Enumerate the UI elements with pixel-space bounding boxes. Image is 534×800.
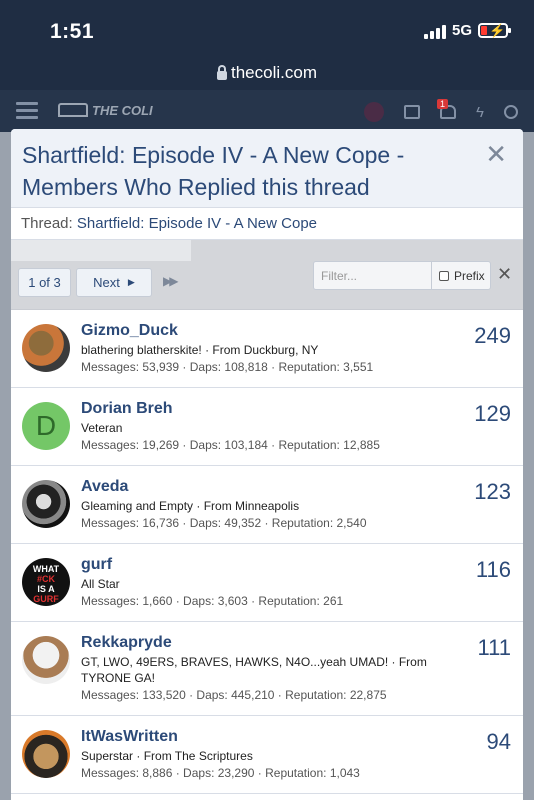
logo-text: THE COLI (92, 102, 153, 118)
clear-filter-icon[interactable]: ✕ (497, 264, 512, 285)
battery-icon: ⚡ (478, 23, 511, 38)
member-row: Aveda Gleaming and Empty · From Minneapo… (11, 466, 523, 544)
site-logo[interactable]: THE COLI (58, 100, 158, 120)
member-stats: Messages: 19,269 · Daps: 103,184 · Reput… (81, 438, 380, 452)
member-stats: Messages: 133,520 · Daps: 445,210 · Repu… (81, 688, 387, 702)
member-title: blathering blatherskite! · From Duckburg… (81, 343, 319, 357)
list-toolbar: 1 of 3 Next ▶ ▶▶ Filter... Prefix ✕ (11, 240, 523, 310)
site-header: THE COLI 1 ϟ (0, 90, 534, 132)
skip-to-end-icon[interactable]: ▶▶ (163, 274, 179, 288)
hamburger-menu-icon[interactable] (16, 102, 38, 120)
filter-input[interactable]: Filter... (313, 261, 431, 290)
cellular-signal-icon (423, 23, 446, 39)
status-bar: 1:51 5G ⚡ (0, 0, 534, 56)
prefix-checkbox[interactable] (439, 270, 449, 281)
member-name[interactable]: Dorian Breh (81, 399, 511, 419)
reply-count: 94 (486, 729, 511, 754)
address-bar[interactable]: thecoli.com (0, 56, 534, 90)
member-stats: Messages: 53,939 · Daps: 108,818 · Reput… (81, 360, 374, 374)
member-title: GT, LWO, 49ERS, BRAVES, HAWKS, N4O...yea… (81, 655, 427, 685)
status-indicators: 5G ⚡ (423, 22, 511, 39)
thread-link[interactable]: Shartfield: Episode IV - A New Cope (77, 215, 317, 232)
member-title: Superstar · From The Scriptures (81, 749, 253, 763)
avatar[interactable]: WHAT #CK IS A GURF (22, 558, 70, 606)
member-title: Gleaming and Empty · From Minneapolis (81, 499, 300, 513)
member-title: Veteran (81, 421, 123, 435)
member-name[interactable]: Rekkapryde (81, 633, 511, 653)
thread-reference: Thread: Shartfield: Episode IV - A New C… (11, 208, 523, 240)
member-list: Gizmo_Duck blathering blatherskite! · Fr… (11, 310, 523, 794)
status-time: 1:51 (50, 20, 95, 43)
reply-count: 111 (477, 635, 511, 660)
reply-count: 116 (475, 557, 511, 582)
avatar[interactable] (22, 730, 70, 778)
url-text: thecoli.com (231, 63, 317, 82)
modal-title: Shartfield: Episode IV - A New Cope - Me… (22, 142, 405, 200)
lightning-icon[interactable]: ϟ (476, 104, 484, 121)
bell-icon[interactable]: 1 (437, 99, 457, 119)
avatar[interactable] (22, 636, 70, 684)
avatar[interactable]: D (22, 402, 70, 450)
member-row: D Dorian Breh Veteran Messages: 19,269 ·… (11, 388, 523, 466)
member-name[interactable]: ItWasWritten (81, 727, 511, 747)
user-avatar[interactable] (364, 102, 385, 122)
coliseum-icon (58, 103, 88, 117)
reply-count: 129 (474, 401, 511, 426)
member-name[interactable]: Aveda (81, 477, 511, 497)
close-icon[interactable]: ✕ (485, 141, 507, 167)
member-stats: Messages: 1,660 · Daps: 3,603 · Reputati… (81, 594, 344, 608)
member-stats: Messages: 8,886 · Daps: 23,290 · Reputat… (81, 766, 360, 780)
reply-count: 249 (474, 323, 511, 348)
notification-badge: 1 (437, 99, 449, 109)
members-replied-modal: Shartfield: Episode IV - A New Cope - Me… (11, 129, 523, 800)
member-name[interactable]: Gizmo_Duck (81, 321, 511, 341)
header-actions: 1 ϟ (364, 99, 518, 122)
modal-header: Shartfield: Episode IV - A New Cope - Me… (11, 129, 523, 208)
member-name[interactable]: gurf (81, 555, 511, 575)
member-stats: Messages: 16,736 · Daps: 49,352 · Reputa… (81, 516, 367, 530)
next-label: Next (93, 275, 120, 290)
member-title: All Star (81, 577, 120, 591)
thread-label: Thread: (21, 215, 73, 232)
search-icon[interactable] (504, 105, 518, 119)
page-indicator[interactable]: 1 of 3 (18, 268, 71, 297)
prefix-toggle[interactable]: Prefix (431, 261, 491, 290)
avatar[interactable] (22, 324, 70, 372)
avatar[interactable] (22, 480, 70, 528)
member-row: Gizmo_Duck blathering blatherskite! · Fr… (11, 310, 523, 388)
reply-count: 123 (474, 479, 511, 504)
network-type: 5G (451, 22, 472, 39)
member-row: Rekkapryde GT, LWO, 49ERS, BRAVES, HAWKS… (11, 622, 523, 716)
caret-right-icon: ▶ (127, 277, 135, 287)
member-row: WHAT #CK IS A GURF gurf All Star Messages: … (11, 544, 523, 622)
prefix-label: Prefix (454, 268, 485, 283)
next-page-button[interactable]: Next ▶ (76, 268, 152, 297)
inbox-icon[interactable] (404, 105, 421, 119)
lock-icon (217, 64, 227, 80)
member-row: ItWasWritten Superstar · From The Script… (11, 716, 523, 794)
